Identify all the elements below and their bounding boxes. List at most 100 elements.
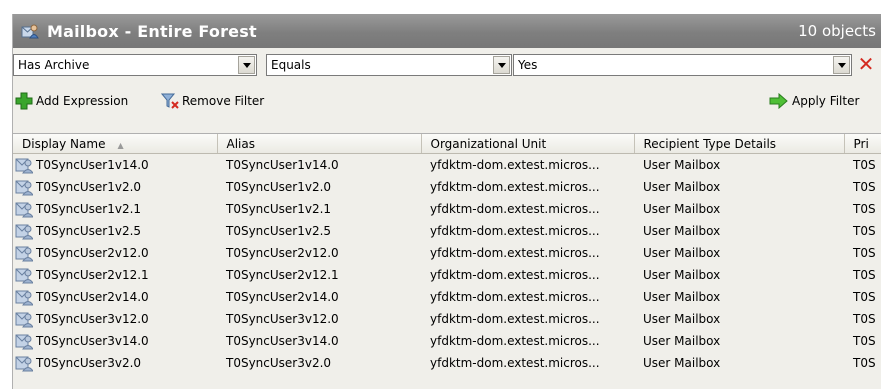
cell-alias: T0SyncUser3v12.0: [226, 312, 339, 326]
cell-display-name: T0SyncUser3v2.0: [13, 352, 217, 374]
chevron-down-icon[interactable]: [493, 56, 510, 74]
cell-alias: T0SyncUser3v2.0: [226, 356, 332, 370]
mailbox-user-icon: [15, 334, 33, 350]
cell-alias: T0SyncUser1v2.5: [226, 224, 332, 238]
cell-display-name: T0SyncUser2v14.0: [13, 286, 217, 308]
chevron-down-icon[interactable]: [833, 56, 850, 74]
filter-value-select[interactable]: Yes: [513, 54, 852, 76]
mailbox-user-icon: [15, 158, 33, 174]
mailbox-user-icon: [15, 356, 33, 372]
cell-organizational-unit: yfdktm-dom.extest.micros...: [430, 246, 600, 260]
column-header-display-name[interactable]: Display Name ▲: [13, 134, 218, 154]
cell-primary-smtp: T0S: [853, 290, 876, 304]
cell-recipient-type: User Mailbox: [643, 180, 721, 194]
cell-recipient-type: User Mailbox: [643, 202, 721, 216]
cell-display-name: T0SyncUser1v2.0: [13, 176, 217, 198]
display-name-text: T0SyncUser2v12.0: [36, 246, 149, 260]
display-name-text: T0SyncUser2v12.1: [36, 268, 149, 282]
mailbox-user-icon: [15, 202, 33, 218]
column-header-primary-smtp[interactable]: Pri: [844, 134, 881, 154]
filter-row: Has Archive Equals Yes ✕: [13, 54, 881, 78]
cell-recipient-type: User Mailbox: [643, 356, 721, 370]
cell-organizational-unit: yfdktm-dom.extest.micros...: [430, 202, 600, 216]
mailbox-icon: [21, 24, 39, 39]
cell-recipient-type: User Mailbox: [643, 246, 721, 260]
cell-recipient-type: User Mailbox: [643, 224, 721, 238]
cell-primary-smtp: T0S: [853, 356, 876, 370]
cell-recipient-type: User Mailbox: [643, 334, 721, 348]
cell-organizational-unit: yfdktm-dom.extest.micros...: [430, 180, 600, 194]
column-header-label: Display Name: [22, 136, 106, 151]
cell-content: T0SyncUser1v2.0: [15, 178, 217, 196]
cell-alias: T0SyncUser1v2.1: [226, 202, 332, 216]
filter-operator-select[interactable]: Equals: [266, 54, 512, 76]
mailbox-user-icon: [15, 312, 33, 328]
cell-display-name: T0SyncUser3v14.0: [13, 330, 217, 352]
mailbox-user-icon: [15, 246, 33, 262]
mailbox-panel: Mailbox - Entire Forest 10 objects Has A…: [12, 14, 881, 389]
apply-filter-label: Apply Filter: [792, 94, 860, 108]
cell-content: T0SyncUser3v12.0: [15, 310, 217, 328]
header-row: Display Name ▲ Alias Organizational Unit …: [13, 134, 881, 154]
cell-primary-smtp: T0S: [853, 334, 876, 348]
cell-primary-smtp: T0S: [853, 268, 876, 282]
cell-alias: T0SyncUser1v2.0: [226, 180, 332, 194]
cell-content: T0SyncUser2v12.0: [15, 244, 217, 262]
apply-filter-button[interactable]: Apply Filter: [769, 90, 859, 112]
cell-organizational-unit: yfdktm-dom.extest.micros...: [430, 334, 600, 348]
cell-primary-smtp: T0S: [853, 246, 876, 260]
clear-filter-icon[interactable]: ✕: [857, 54, 875, 76]
column-header-recipient-type[interactable]: Recipient Type Details: [634, 134, 845, 154]
funnel-remove-icon: [161, 93, 179, 109]
mailbox-user-icon: [15, 224, 33, 240]
cell-organizational-unit: yfdktm-dom.extest.micros...: [430, 224, 600, 238]
cell-alias: T0SyncUser1v14.0: [226, 158, 339, 172]
display-name-text: T0SyncUser3v12.0: [36, 312, 149, 326]
green-plus-icon: [15, 92, 33, 110]
object-count: 10 objects: [798, 22, 876, 40]
mailbox-user-icon: [15, 290, 33, 306]
column-header-alias[interactable]: Alias: [217, 134, 422, 154]
table-row[interactable]: T0SyncUser1v2.1 T0SyncUser1v2.1 yfdktm-dom…: [13, 198, 881, 220]
cell-organizational-unit: yfdktm-dom.extest.micros...: [430, 290, 600, 304]
table-row[interactable]: T0SyncUser3v12.0 T0SyncUser3v12.0 yfdktm-d…: [13, 308, 881, 330]
cell-display-name: T0SyncUser1v2.1: [13, 198, 217, 220]
table-row[interactable]: T0SyncUser2v12.1 T0SyncUser2v12.1 yfdktm-d…: [13, 264, 881, 286]
cell-display-name: T0SyncUser1v2.5: [13, 220, 217, 242]
mailbox-user-icon: [15, 180, 33, 196]
results-grid: Display Name ▲ Alias Organizational Unit …: [13, 133, 881, 389]
cell-alias: T0SyncUser2v14.0: [226, 290, 339, 304]
table-row[interactable]: T0SyncUser1v2.0 T0SyncUser1v2.0 yfdktm-dom…: [13, 176, 881, 198]
sort-ascending-icon: ▲: [117, 140, 124, 150]
table-row[interactable]: T0SyncUser1v14.0 T0SyncUser1v14.0 yfdktm-d…: [13, 154, 881, 177]
display-name-text: T0SyncUser2v14.0: [36, 290, 149, 304]
cell-organizational-unit: yfdktm-dom.extest.micros...: [430, 312, 600, 326]
display-name-text: T0SyncUser1v14.0: [36, 158, 149, 172]
cell-primary-smtp: T0S: [853, 312, 876, 326]
filter-attribute-select[interactable]: Has Archive: [13, 54, 257, 76]
panel-title: Mailbox - Entire Forest: [47, 21, 257, 41]
cell-content: T0SyncUser1v14.0: [15, 156, 217, 174]
cell-display-name: T0SyncUser2v12.1: [13, 264, 217, 286]
table-row[interactable]: T0SyncUser3v2.0 T0SyncUser3v2.0 yfdktm-dom…: [13, 352, 881, 374]
filter-attribute-value: Has Archive: [18, 58, 90, 72]
cell-content: T0SyncUser2v12.1: [15, 266, 217, 284]
cell-primary-smtp: T0S: [853, 180, 876, 194]
add-expression-button[interactable]: Add Expression: [15, 90, 128, 112]
add-expression-label: Add Expression: [36, 94, 129, 108]
remove-filter-button[interactable]: Remove Filter: [161, 90, 264, 112]
green-arrow-icon: [769, 93, 788, 109]
cell-primary-smtp: T0S: [853, 202, 876, 216]
cell-alias: T0SyncUser2v12.0: [226, 246, 339, 260]
display-name-text: T0SyncUser3v2.0: [36, 356, 142, 370]
table-row[interactable]: T0SyncUser2v12.0 T0SyncUser2v12.0 yfdktm-d…: [13, 242, 881, 264]
cell-recipient-type: User Mailbox: [643, 312, 721, 326]
chevron-down-icon[interactable]: [238, 56, 255, 74]
cell-alias: T0SyncUser2v12.1: [226, 268, 339, 282]
display-name-text: T0SyncUser1v2.0: [36, 180, 142, 194]
column-header-organizational-unit[interactable]: Organizational Unit: [421, 134, 635, 154]
table-row[interactable]: T0SyncUser3v14.0 T0SyncUser3v14.0 yfdktm-d…: [13, 330, 881, 352]
cell-content: T0SyncUser1v2.1: [15, 200, 217, 218]
table-row[interactable]: T0SyncUser2v14.0 T0SyncUser2v14.0 yfdktm-d…: [13, 286, 881, 308]
table-row[interactable]: T0SyncUser1v2.5 T0SyncUser1v2.5 yfdktm-dom…: [13, 220, 881, 242]
